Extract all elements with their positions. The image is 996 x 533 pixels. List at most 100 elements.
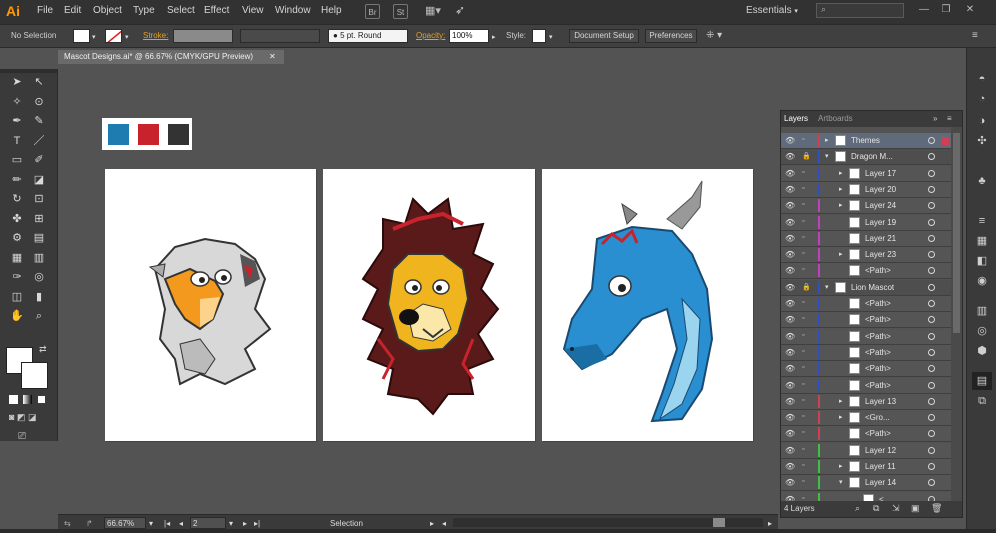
visibility-eye-icon[interactable]: 👁	[785, 364, 797, 373]
mesh-tool-icon[interactable]: ▦	[8, 250, 26, 266]
artboard-number-field[interactable]: 2	[190, 517, 226, 529]
target-circle-icon[interactable]	[928, 283, 935, 291]
layer-name[interactable]: Layer 24	[865, 201, 896, 210]
target-circle-icon[interactable]	[928, 153, 935, 161]
perspective-tool-icon[interactable]: ▤	[30, 230, 48, 246]
layer-name[interactable]: <Path>	[865, 332, 891, 341]
curvature-tool-icon[interactable]: ✎	[30, 113, 48, 129]
target-circle-icon[interactable]	[928, 251, 935, 259]
layer-name[interactable]: <Path>	[865, 364, 891, 373]
pen-tool-icon[interactable]: ✒	[8, 113, 26, 129]
layer-name[interactable]: Layer 11	[865, 462, 896, 471]
layer-name[interactable]: <Path>	[865, 381, 891, 390]
close-window-button[interactable]: ✕	[960, 2, 980, 18]
layer-row[interactable]: 👁 🔒 ▾ Lion Mascot	[781, 279, 951, 296]
layer-row[interactable]: 👁 ▫ ▸ Layer 17	[781, 165, 951, 182]
target-circle-icon[interactable]	[928, 300, 935, 307]
new-sublayer-icon[interactable]: ⇲	[892, 503, 900, 514]
width-tool-icon[interactable]: ✤	[8, 211, 26, 227]
type-tool-icon[interactable]: T	[8, 133, 26, 149]
chevron-down-icon[interactable]: ▾	[549, 33, 553, 41]
target-circle-icon[interactable]	[928, 185, 935, 193]
collapse-triangle-icon[interactable]: ▾	[825, 283, 829, 291]
visibility-eye-icon[interactable]: 👁	[785, 413, 797, 422]
visibility-eye-icon[interactable]: 👁	[785, 478, 797, 487]
links-panel-icon[interactable]: ◎	[972, 322, 992, 340]
swap-colors-icon[interactable]: ⇄	[39, 344, 51, 356]
color-swatch[interactable]	[108, 124, 129, 145]
chevron-down-icon[interactable]: ▾	[149, 519, 153, 528]
eyedropper-tool-icon[interactable]: ✑	[8, 269, 26, 285]
target-circle-icon[interactable]	[928, 414, 935, 422]
layer-name[interactable]: <Path>	[865, 429, 891, 438]
visibility-eye-icon[interactable]: 👁	[785, 250, 797, 259]
visibility-eye-icon[interactable]: 👁	[785, 136, 797, 145]
layer-name[interactable]: <Path>	[865, 348, 891, 357]
expand-triangle-icon[interactable]: ▸	[839, 250, 843, 258]
lock-icon[interactable]: ▫	[802, 185, 804, 192]
layer-row[interactable]: 👁 ▫ <Path>	[781, 296, 951, 312]
chevron-down-icon[interactable]: ▾	[92, 33, 96, 41]
layer-name[interactable]: Layer 12	[865, 446, 896, 455]
artboard-3[interactable]	[542, 169, 753, 441]
collapse-triangle-icon[interactable]: ▾	[825, 152, 829, 160]
target-circle-icon[interactable]	[928, 381, 935, 389]
opacity-field[interactable]: 100%	[449, 29, 489, 43]
color-panel-icon[interactable]: ◓	[972, 70, 992, 88]
arrange-documents-icon[interactable]: ▦▾	[420, 4, 446, 19]
lock-icon[interactable]: ▫	[802, 462, 804, 469]
lock-icon[interactable]: ▫	[802, 169, 804, 176]
scale-tool-icon[interactable]: ⊡	[30, 191, 48, 207]
graphic-style-swatch[interactable]	[532, 29, 546, 43]
lock-icon[interactable]: ▫	[802, 234, 804, 241]
visibility-eye-icon[interactable]: 👁	[785, 332, 797, 341]
layer-row[interactable]: 👁 ▫ ▾ Layer 14	[781, 475, 951, 492]
visibility-eye-icon[interactable]: 👁	[785, 348, 797, 357]
opacity-label[interactable]: Opacity:	[416, 31, 445, 40]
gradient-tool-icon[interactable]: ▥	[30, 250, 48, 266]
collapse-triangle-icon[interactable]: ▾	[839, 478, 843, 486]
visibility-eye-icon[interactable]: 👁	[785, 446, 797, 455]
paintbrush-tool-icon[interactable]: ✐	[30, 152, 48, 168]
layer-row[interactable]: 👁 ▫ Layer 21	[781, 230, 951, 247]
target-circle-icon[interactable]	[928, 463, 935, 470]
gradient-mode-button[interactable]	[23, 395, 32, 404]
maximize-button[interactable]: ❐	[936, 2, 956, 18]
expand-triangle-icon[interactable]: ▸	[839, 413, 843, 421]
target-circle-icon[interactable]	[928, 348, 935, 356]
visibility-eye-icon[interactable]: 👁	[785, 234, 797, 243]
layer-name[interactable]: <Path>	[865, 266, 891, 275]
visibility-eye-icon[interactable]: 👁	[785, 462, 797, 471]
color-mode-button[interactable]	[9, 395, 18, 404]
color-guide-panel-icon[interactable]: ◔	[972, 90, 992, 108]
layers-scrollbar[interactable]	[951, 127, 962, 505]
theme-swatch-group[interactable]	[102, 118, 192, 150]
target-circle-icon[interactable]	[928, 397, 935, 405]
layer-row[interactable]: 👁 ▫ <Path>	[781, 263, 951, 280]
expand-triangle-icon[interactable]: ▸	[825, 136, 829, 144]
layer-name[interactable]: Layer 21	[865, 234, 896, 243]
horizontal-scroll-thumb[interactable]	[713, 518, 725, 527]
lock-icon[interactable]: ▫	[802, 299, 804, 306]
hand-tool-icon[interactable]: ✋	[8, 308, 26, 324]
lock-icon[interactable]: ▫	[802, 446, 804, 453]
layer-row[interactable]: 👁 ▫ ▸ Layer 23	[781, 247, 951, 264]
zoom-tool-icon[interactable]: ⌕	[30, 308, 48, 324]
line-tool-icon[interactable]: ／	[30, 133, 48, 149]
menu-help[interactable]: Help	[321, 5, 342, 16]
bridge-button[interactable]: Br	[365, 4, 380, 19]
none-mode-button[interactable]	[37, 395, 46, 404]
layer-row[interactable]: 👁 ▫ <Path>	[781, 312, 951, 329]
tab-layers[interactable]: Layers	[784, 114, 808, 123]
layer-row[interactable]: 👁 ▫ ▸ Layer 24	[781, 198, 951, 215]
horizontal-scrollbar[interactable]	[453, 518, 763, 527]
expand-triangle-icon[interactable]: ▸	[839, 201, 843, 209]
target-circle-icon[interactable]	[928, 218, 935, 226]
lock-icon[interactable]: ▫	[802, 250, 804, 257]
search-input[interactable]: ⌕	[816, 3, 904, 18]
lock-icon[interactable]: ▫	[802, 266, 804, 273]
locate-object-icon[interactable]: ⌕	[855, 503, 860, 514]
layer-name[interactable]: <Path>	[865, 299, 891, 308]
expand-triangle-icon[interactable]: ▸	[839, 169, 843, 177]
symbols-panel-icon[interactable]: ♣	[972, 172, 992, 190]
